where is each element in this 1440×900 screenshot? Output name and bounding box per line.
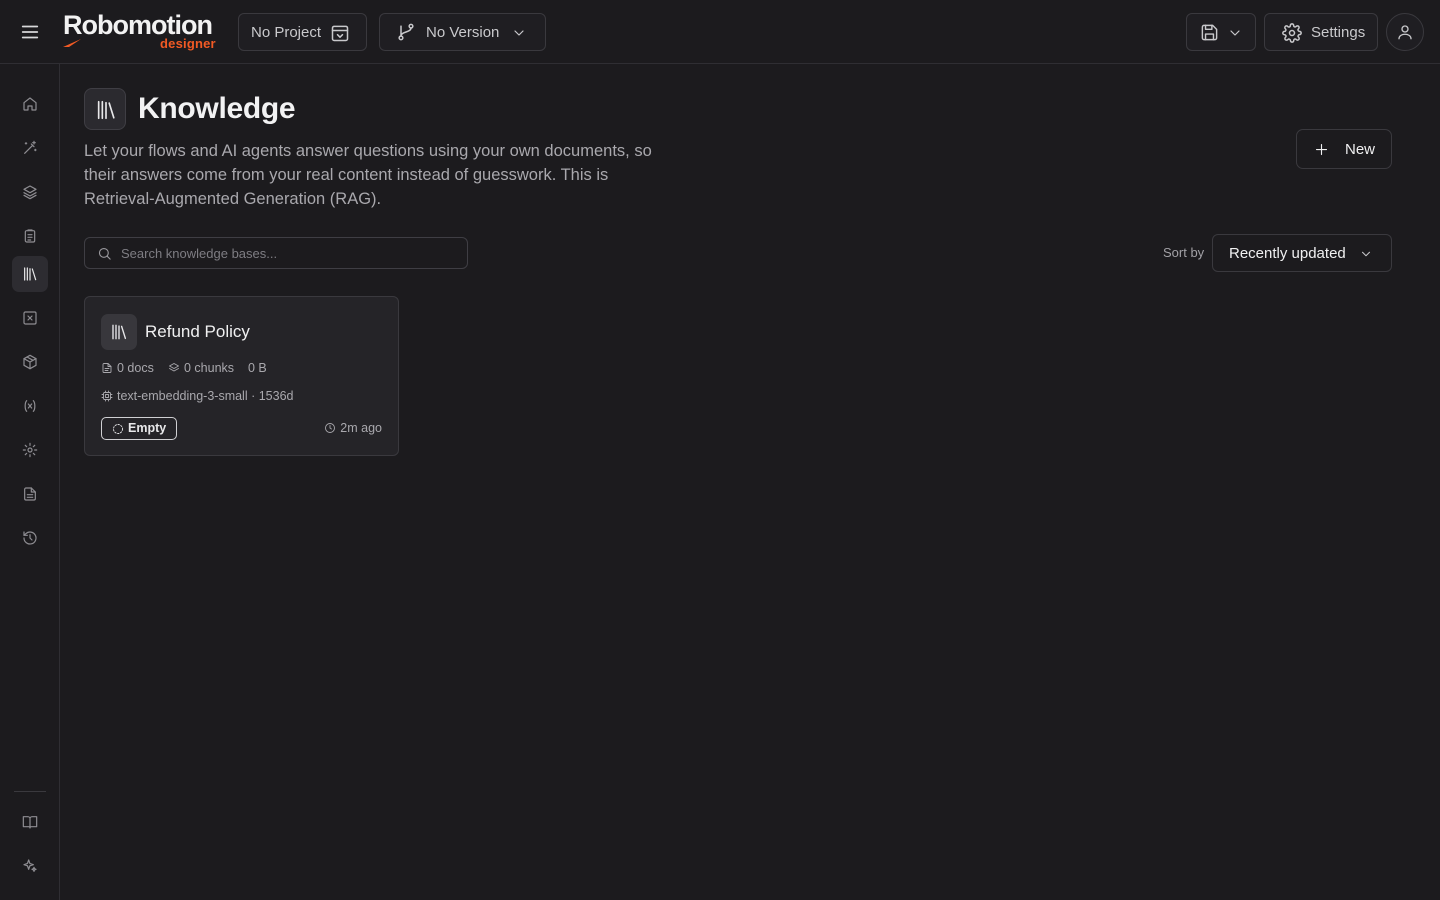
loader-dashed-icon — [113, 424, 123, 434]
sidebar-item-docs[interactable] — [12, 476, 48, 512]
logo-swoosh-icon — [63, 39, 81, 47]
version-selector[interactable]: No Version — [379, 13, 546, 51]
card-icon — [101, 314, 137, 350]
library-icon — [97, 100, 115, 120]
chevron-down-icon — [1227, 25, 1243, 41]
updated-text: 2m ago — [340, 421, 382, 435]
save-icon — [1200, 23, 1219, 42]
file-icon — [102, 363, 112, 373]
chunks-count: 0 chunks — [168, 361, 234, 375]
variable-icon — [24, 400, 36, 412]
library-icon — [112, 324, 127, 340]
page-description: Let your flows and AI agents answer ques… — [84, 142, 652, 208]
chevron-down-icon — [511, 25, 527, 41]
page-icon — [84, 88, 126, 130]
sort-select[interactable]: Recently updated — [1212, 234, 1392, 272]
app-logo[interactable]: Robomotion designer — [63, 10, 223, 52]
layers-icon — [23, 185, 37, 200]
layers-icon — [169, 363, 179, 372]
sidebar-divider — [14, 791, 46, 792]
save-menu-button[interactable] — [1186, 13, 1256, 51]
home-icon — [23, 97, 37, 111]
docs-count-text: 0 docs — [117, 361, 154, 375]
plus-icon — [1315, 143, 1328, 156]
sort-label: Sort by — [1163, 245, 1205, 260]
sidebar-item-ai[interactable] — [12, 848, 48, 884]
sparkles-icon — [23, 859, 37, 872]
gear-icon — [22, 442, 38, 458]
search-icon — [98, 247, 111, 260]
book-open-icon — [22, 816, 38, 829]
search-box — [84, 237, 468, 269]
magic-wand-icon — [24, 140, 37, 154]
card-title: Refund Policy — [145, 322, 250, 341]
x-box-icon — [23, 311, 37, 325]
library-icon — [24, 267, 37, 281]
project-selector[interactable]: No Project — [238, 13, 367, 51]
status-badge: Empty — [101, 417, 178, 440]
sidebar-item-excel[interactable] — [12, 300, 48, 336]
calendar-box-icon — [330, 23, 350, 43]
size-value: 0 B — [248, 361, 267, 375]
chunks-count-text: 0 chunks — [184, 361, 235, 375]
clock-icon — [325, 423, 336, 433]
chevron-down-icon — [1361, 251, 1371, 257]
version-label: No Version — [426, 23, 500, 41]
user-icon — [1398, 25, 1412, 40]
sort-selected-value: Recently updated — [1229, 245, 1346, 262]
menu-icon[interactable] — [19, 21, 41, 43]
clipboard-icon — [24, 229, 36, 243]
cpu-icon — [101, 390, 113, 402]
embedding-model: text-embedding-3-small · 1536d — [101, 389, 293, 403]
updated-time: 2m ago — [324, 421, 382, 435]
embedding-model-text: text-embedding-3-small · 1536d — [117, 389, 294, 403]
gear-icon — [1282, 23, 1302, 43]
sidebar-item-history[interactable] — [12, 520, 48, 556]
size-text: 0 B — [248, 361, 267, 375]
package-icon — [23, 354, 37, 370]
sidebar — [0, 64, 60, 900]
sidebar-item-packages[interactable] — [12, 344, 48, 380]
sidebar-item-knowledge[interactable] — [12, 256, 48, 292]
top-bar: Robomotion designer No Project No Versio… — [0, 0, 1440, 64]
user-avatar-button[interactable] — [1386, 13, 1424, 51]
history-icon — [23, 531, 37, 545]
git-branch-icon — [396, 22, 416, 42]
sidebar-item-documentation[interactable] — [12, 804, 48, 840]
file-text-icon — [24, 487, 36, 501]
sidebar-item-layers[interactable] — [12, 174, 48, 210]
logo-subtext: designer — [160, 36, 216, 51]
docs-count: 0 docs — [101, 361, 154, 375]
sidebar-item-tasks[interactable] — [12, 218, 48, 254]
status-text: Empty — [128, 421, 167, 435]
settings-label: Settings — [1311, 23, 1366, 41]
page-title: Knowledge — [138, 92, 296, 125]
sidebar-item-magic[interactable] — [12, 130, 48, 166]
sidebar-item-home[interactable] — [12, 86, 48, 122]
settings-button[interactable]: Settings — [1264, 13, 1378, 51]
new-knowledge-base-button[interactable]: New — [1296, 129, 1392, 169]
new-button-label: New — [1345, 141, 1376, 158]
sidebar-item-variables[interactable] — [12, 388, 48, 424]
project-label: No Project — [251, 23, 322, 41]
sidebar-item-settings[interactable] — [12, 432, 48, 468]
search-input[interactable] — [121, 242, 451, 264]
knowledge-base-card[interactable]: Refund Policy 0 docs 0 chunks 0 B text-e… — [84, 296, 399, 456]
